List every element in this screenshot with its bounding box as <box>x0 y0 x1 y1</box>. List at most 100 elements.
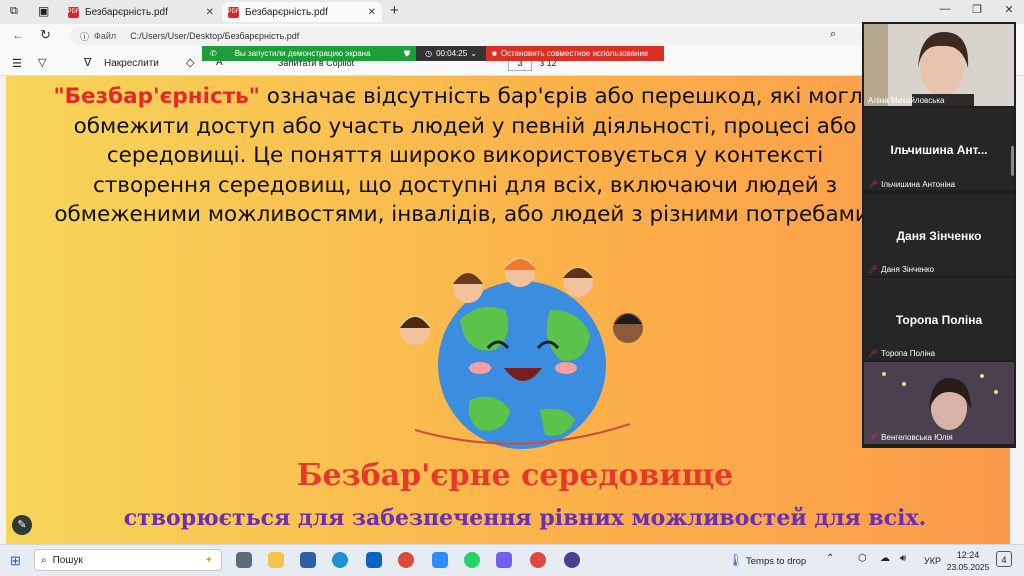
sparkle-icon: ✦ <box>204 554 213 566</box>
back-icon[interactable]: ← <box>12 28 24 42</box>
kid-hair <box>453 273 483 284</box>
cheek-right <box>555 362 577 374</box>
outlook-icon[interactable] <box>366 552 382 568</box>
edit-pen-button[interactable]: ✎ <box>12 515 32 535</box>
clock-icon: ◷ <box>425 49 433 58</box>
participant-name: Торопа Поліна <box>895 313 983 327</box>
address-input[interactable]: ⓘ Файл C:/Users/User/Desktop/Безбарєрніс… <box>70 27 890 45</box>
tab-label: Безбарєрність.pdf <box>85 6 168 18</box>
kid-hair <box>563 268 593 278</box>
file-explorer-icon[interactable] <box>268 552 284 568</box>
tab-label: Безбарєрність.pdf <box>245 6 328 18</box>
share-status-text: Вы запустили демонстрацию экрана <box>234 49 371 58</box>
kid-hair <box>614 314 642 324</box>
slide-paragraph: "Безбар'єрність" означає відсутність бар… <box>50 82 880 230</box>
chrome-icon[interactable] <box>398 552 414 568</box>
settings-icon[interactable] <box>300 552 316 568</box>
media-player-icon[interactable] <box>564 552 580 568</box>
participant-video <box>864 362 1014 444</box>
taskbar-search[interactable]: ⌕ Пошук ✦ <box>34 549 222 571</box>
earth-globe <box>438 281 606 449</box>
cloud-icon[interactable]: ☁ <box>880 553 890 564</box>
kid-hair <box>400 317 430 328</box>
task-view-icon[interactable] <box>236 552 252 568</box>
search-icon: ⌕ <box>41 554 47 566</box>
restore-icon[interactable]: ❐ <box>962 3 992 16</box>
mic-muted-icon: 🎤︎ <box>868 265 879 274</box>
volume-icon[interactable]: 🔊︎ <box>900 553 906 564</box>
pdf-icon: PDF <box>68 6 80 18</box>
share-timer-text: 00:04:25 <box>436 49 468 58</box>
mic-muted-icon: 🎤︎ <box>868 180 879 189</box>
pdf-icon: PDF <box>228 6 240 18</box>
taskbar-search-label: Пошук <box>52 554 83 566</box>
draw-icon: ∇ <box>84 57 92 69</box>
highlight-icon[interactable]: ▽ <box>38 56 46 69</box>
stop-sharing-button[interactable]: ■ Остановить совместное использование <box>486 46 664 61</box>
panel-scrollbar[interactable] <box>1011 146 1014 176</box>
address-scheme-label: Файл <box>94 31 117 41</box>
close-icon[interactable]: ✕ <box>206 7 214 18</box>
stop-sharing-label: Остановить совместное использование <box>500 49 649 58</box>
clock-time[interactable]: 12:24 <box>948 550 988 560</box>
participant-tile-video[interactable] <box>864 24 1014 106</box>
eraser-icon[interactable]: ◇ <box>186 56 194 69</box>
participant-name-label: Аліна Михайловська <box>868 96 945 105</box>
share-timer: ◷ 00:04:25 ⌄ <box>416 46 486 61</box>
participant-name-label: Венгеловська Юлія <box>881 433 953 442</box>
participant-name: Ільчишина Ант... <box>890 143 988 157</box>
tab-pdf-1[interactable]: PDF Безбарєрність.pdf ✕ <box>62 2 220 22</box>
stop-icon: ■ <box>492 49 497 58</box>
participant-name-label: Торопа Поліна <box>881 349 936 358</box>
close-window-icon[interactable]: ✕ <box>994 3 1024 16</box>
minimize-icon[interactable]: — <box>930 3 960 15</box>
earth-kids-illustration <box>400 257 643 449</box>
workspaces-icon[interactable]: ⧉ <box>10 5 18 18</box>
weather-text[interactable]: Temps to drop <box>746 556 806 567</box>
new-tab-button[interactable]: + <box>390 2 399 19</box>
viber-icon[interactable] <box>496 552 512 568</box>
share-status: ✆ Вы запустили демонстрацию экрана ⛊ <box>202 46 416 61</box>
info-icon: ⓘ <box>80 31 90 42</box>
cheek-left <box>469 362 491 374</box>
kid-hair <box>504 259 536 270</box>
notification-badge[interactable]: 4 <box>996 551 1012 567</box>
slide-keyword: "Безбар'єрність" <box>53 84 260 109</box>
refresh-icon[interactable]: ↻ <box>40 27 51 43</box>
draw-button[interactable]: Накреслити <box>104 58 159 69</box>
tray-chevron-icon[interactable]: ⌃ <box>826 553 834 564</box>
thermometer-icon: 🌡︎ <box>728 553 744 567</box>
clock-date[interactable]: 23.05.2025 <box>946 562 990 572</box>
participant-name: Даня Зінченко <box>896 229 982 243</box>
address-url: C:/Users/User/Desktop/Безбарєрність.pdf <box>130 31 300 41</box>
tray-app-icon[interactable]: ⬡ <box>858 553 867 564</box>
participant-label: 🎤︎ Ільчишина Антоніна <box>868 180 955 189</box>
shield-icon: ⛊ <box>404 48 410 58</box>
zoom-icon[interactable]: ⌕ <box>830 28 836 41</box>
windows-start-icon[interactable]: ⊞ <box>10 553 21 569</box>
contents-icon[interactable]: ☰ <box>12 57 22 70</box>
slide-subtitle: створюється для забезпечення рівних можл… <box>123 505 927 531</box>
participant-label: 🎤︎ Венгеловська Юлія <box>868 433 953 442</box>
screen-share-banner: ✆ Вы запустили демонстрацию экрана ⛊ ◷ 0… <box>202 46 664 61</box>
chrome-icon[interactable] <box>530 552 546 568</box>
zoom-app-icon[interactable] <box>432 552 448 568</box>
whatsapp-icon[interactable] <box>464 552 480 568</box>
slide-title: Безбар'єрне середовище <box>296 458 734 493</box>
chevron-down-icon[interactable]: ⌄ <box>470 49 477 58</box>
participant-tile-video[interactable] <box>864 362 1014 444</box>
participant-name-label: Даня Зінченко <box>881 265 935 274</box>
participant-name-label: Ільчишина Антоніна <box>881 180 956 189</box>
participant-label: 🎤︎ Торопа Поліна <box>868 349 935 358</box>
edge-icon[interactable] <box>332 552 348 568</box>
tab-actions-icon[interactable]: ▣ <box>38 4 49 18</box>
mic-muted-icon: 🎤︎ <box>868 433 879 442</box>
language-indicator[interactable]: УКР <box>924 556 941 566</box>
participant-label: Аліна Михайловська <box>868 96 945 105</box>
mic-muted-icon: 🎤︎ <box>868 349 879 358</box>
phone-icon: ✆ <box>210 49 217 58</box>
participant-video <box>864 24 1014 106</box>
tab-pdf-2[interactable]: PDF Безбарєрність.pdf ✕ <box>222 2 382 22</box>
close-icon[interactable]: ✕ <box>368 7 376 18</box>
participant-label: 🎤︎ Даня Зінченко <box>868 265 934 274</box>
